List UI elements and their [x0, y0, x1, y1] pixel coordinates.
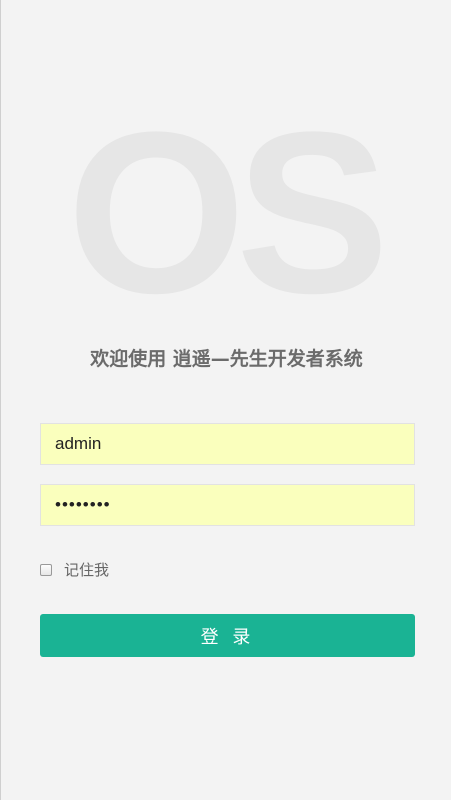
password-input[interactable] [40, 484, 415, 526]
os-watermark-logo: OS [67, 84, 389, 341]
login-page: OS 欢迎使用 逍遥—先生开发者系统 记住我 登 录 [0, 0, 451, 800]
remember-me-checkbox[interactable] [40, 563, 52, 576]
login-button[interactable]: 登 录 [40, 614, 415, 657]
username-input[interactable] [40, 423, 415, 465]
page-title: 欢迎使用 逍遥—先生开发者系统 [90, 348, 363, 370]
remember-me[interactable]: 记住我 [40, 559, 109, 580]
remember-me-label: 记住我 [64, 561, 110, 579]
